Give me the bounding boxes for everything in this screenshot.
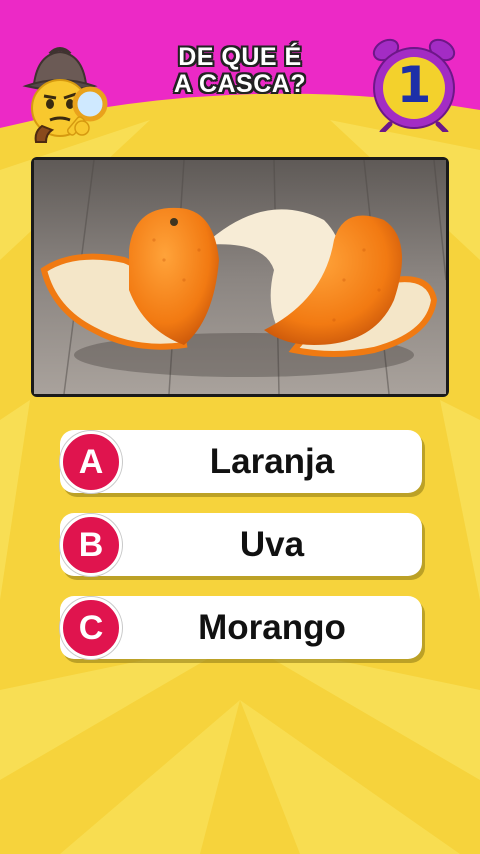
answer-option-b[interactable]: B Uva	[60, 513, 422, 576]
answer-letter-badge: C	[60, 597, 122, 659]
answer-text: Uva	[239, 525, 305, 564]
title-line-1: DE QUE É	[178, 43, 302, 71]
question-title: DE QUE É A CASCA?	[120, 44, 360, 98]
round-counter: 1	[368, 36, 460, 135]
title-line-2: A CASCA?	[173, 70, 307, 98]
answer-letter: C	[78, 609, 104, 647]
answer-option-a[interactable]: A Laranja	[60, 430, 422, 493]
answer-letter: B	[78, 526, 104, 564]
answer-letter: A	[78, 443, 104, 481]
round-number: 1	[396, 56, 432, 114]
answer-text: Laranja	[209, 442, 335, 481]
game-screen: DE QUE É A CASCA? 1 A Laranja B Uva C Mo…	[0, 0, 480, 854]
question-image	[31, 157, 449, 397]
detective-emoji-icon	[22, 47, 108, 143]
answer-letter-badge: A	[60, 431, 122, 493]
answer-letter-badge: B	[60, 514, 122, 576]
answer-option-c[interactable]: C Morango	[60, 596, 422, 659]
answer-text: Morango	[198, 608, 346, 647]
orange-peel-photo	[34, 160, 446, 394]
